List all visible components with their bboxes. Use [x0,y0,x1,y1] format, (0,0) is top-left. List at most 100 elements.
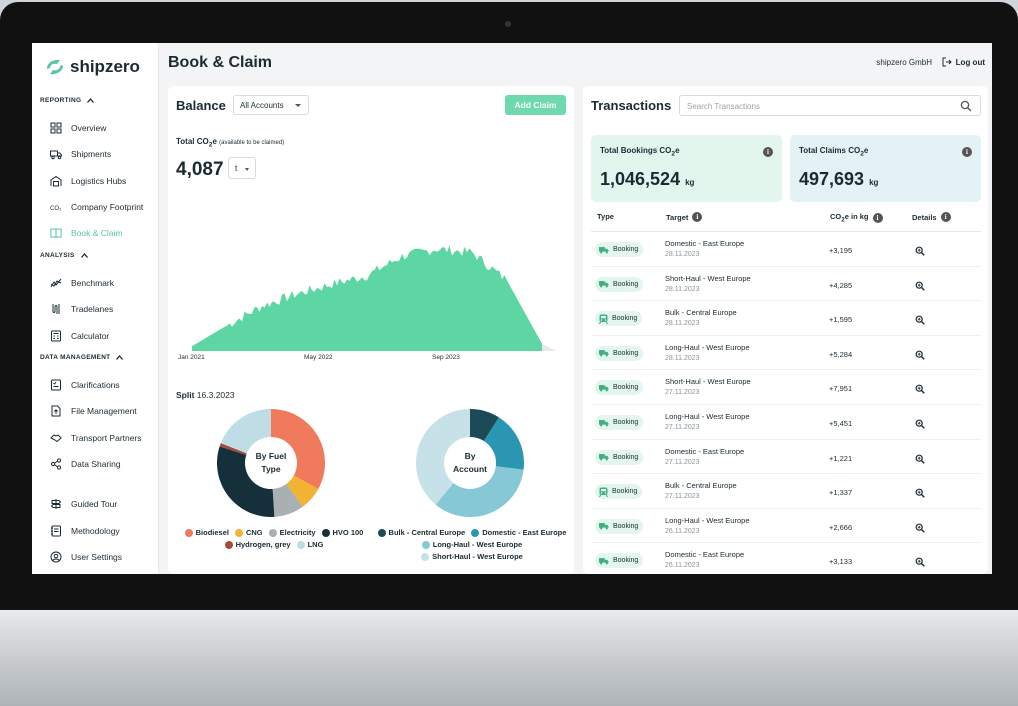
legend-item[interactable]: Bulk - Central Europe [377,528,465,537]
column-header-type: Type [597,212,614,221]
total-bookings-value: 1,046,524 kg [600,169,694,190]
sidebar-item-user-settings[interactable]: User Settings [50,550,122,564]
unit-select[interactable]: t [228,157,256,179]
chart-line-icon [50,278,62,288]
legend-item[interactable]: Hydrogen, grey [224,540,291,549]
sidebar-section-data-management[interactable]: DATA MANAGEMENT [40,354,124,361]
signpost-icon [50,499,62,509]
sidebar-item-clarifications[interactable]: Clarifications [50,378,120,392]
sidebar-item-benchmark[interactable]: Benchmark [50,276,114,290]
details-button[interactable] [915,278,925,296]
legend-item[interactable]: HVO 100 [321,528,363,537]
sidebar-item-shipments[interactable]: Shipments [50,147,111,161]
sidebar-item-label: Clarifications [71,380,120,390]
table-row[interactable]: Booking Domestic - East Europe 26.11.2023 +… [591,543,981,574]
target-name: Long-Haul - West Europe [665,515,750,525]
type-label: Booking [613,522,639,530]
info-icon[interactable]: i [872,212,883,223]
legend-item[interactable]: Long-Haul - West Europe [421,540,522,549]
column-header-co2: CO2e in kg i [830,212,883,224]
details-button[interactable] [915,381,925,399]
logout-button[interactable]: Log out [942,57,985,67]
sidebar-item-overview[interactable]: Overview [50,121,106,135]
sidebar-item-company-footprint[interactable]: CO₂ Company Footprint [50,200,143,214]
details-button[interactable] [915,312,925,330]
table-row[interactable]: Booking Bulk - Central Europe 28.11.2023 +1… [591,301,981,336]
table-row[interactable]: Booking Long-Haul - West Europe 26.11.2023… [591,509,981,544]
fuel-donut-label-1: By Fuel [255,451,287,461]
table-row[interactable]: Booking Bulk - Central Europe 27.11.2023 +1… [591,474,981,509]
legend-item[interactable]: Domestic - East Europe [471,528,566,537]
type-label: Booking [613,384,639,392]
table-row[interactable]: Booking Long-Haul - West Europe 27.11.2023… [591,405,981,440]
legend-dot [268,528,277,537]
info-icon[interactable]: i [962,147,972,157]
sidebar-section-reporting[interactable]: REPORTING [40,97,95,104]
logo[interactable]: shipzero [44,57,140,77]
details-button[interactable] [915,485,925,503]
column-header-target: Target i [666,212,703,222]
info-icon[interactable]: i [692,212,703,222]
details-button[interactable] [915,347,925,365]
table-row[interactable]: Booking Short-Haul - West Europe 27.11.202… [591,370,981,405]
sidebar-item-label: Transport Partners [71,433,142,443]
sidebar: shipzero REPORTING Overview Shipments Logis… [32,43,159,574]
target-date: 28.11.2023 [665,320,700,328]
magnifier-plus-icon [915,281,925,291]
legend-item[interactable]: Biodiesel [184,528,229,537]
details-button[interactable] [915,451,925,469]
sidebar-item-guided-tour[interactable]: Guided Tour [50,497,117,511]
total-co2-note: (available to be claimed) [219,140,285,146]
sidebar-item-calculator[interactable]: Calculator [50,329,109,343]
co2-icon: CO₂ [50,206,62,212]
sidebar-item-tradelanes[interactable]: Tradelanes [50,302,113,316]
details-button[interactable] [915,243,925,261]
account-select[interactable]: All Accounts [233,95,309,115]
details-button[interactable] [915,520,925,538]
target-date: 26.11.2023 [665,562,700,570]
search-input[interactable]: Search Transactions [679,95,981,116]
info-icon[interactable]: i [940,212,951,222]
total-label-text: Total CO [176,137,209,146]
sidebar-item-label: Tradelanes [71,304,114,314]
table-row[interactable]: Booking Short-Haul - West Europe 28.11.202… [591,267,981,302]
add-claim-button[interactable]: Add Claim [505,95,566,115]
sidebar-item-logistics-hubs[interactable]: Logistics Hubs [50,174,126,188]
x-tick-label: Jan 2021 [178,354,205,361]
sidebar-item-data-sharing[interactable]: Data Sharing [50,457,121,471]
target-cell: Bulk - Central Europe 27.11.2023 [665,480,737,502]
type-badge: Booking [595,415,644,430]
table-row[interactable]: Booking Domestic - East Europe 28.11.2023 +… [591,232,981,267]
target-date: 28.11.2023 [665,251,700,258]
magnifier-plus-icon [915,246,925,256]
sidebar-item-file-management[interactable]: File Management [50,404,137,418]
account-donut-label-2: Account [453,464,487,474]
legend-item[interactable]: LNG [296,540,323,549]
legend-item[interactable]: CNG [234,528,263,537]
type-badge: Booking [595,553,644,569]
target-name: Short-Haul - West Europe [665,273,751,283]
claims-label-text: Total Claims CO [799,146,861,155]
total-label-e: e [212,137,217,146]
legend-label: Biodiesel [195,528,229,537]
table-row[interactable]: Booking Long-Haul - West Europe 28.11.2023… [591,336,981,371]
sidebar-section-analysis[interactable]: ANALYSIS [40,252,88,259]
unit-select-value: t [235,163,238,173]
sidebar-item-methodology[interactable]: Methodology [50,524,120,538]
sidebar-item-book-claim[interactable]: Book & Claim [50,226,123,240]
table-row[interactable]: Booking Domestic - East Europe 27.11.2023 +… [591,440,981,475]
type-label: Booking [612,488,638,496]
info-icon[interactable]: i [763,147,773,157]
co2-value: +7,951 [829,384,853,394]
details-button[interactable] [915,554,925,572]
legend-item[interactable]: Electricity [268,528,316,537]
balance-title: Balance [176,98,226,113]
transactions-panel: Transactions Search Transactions Total B… [583,86,988,574]
sidebar-item-transport-partners[interactable]: Transport Partners [50,431,142,445]
search-icon[interactable] [960,100,972,112]
truck-icon [50,150,62,160]
bookings-value-number: 1,046,524 [600,169,681,189]
details-button[interactable] [915,416,925,434]
legend-item[interactable]: Short-Haul - West Europe [421,552,523,561]
target-cell: Domestic - East Europe 27.11.2023 [665,446,744,468]
